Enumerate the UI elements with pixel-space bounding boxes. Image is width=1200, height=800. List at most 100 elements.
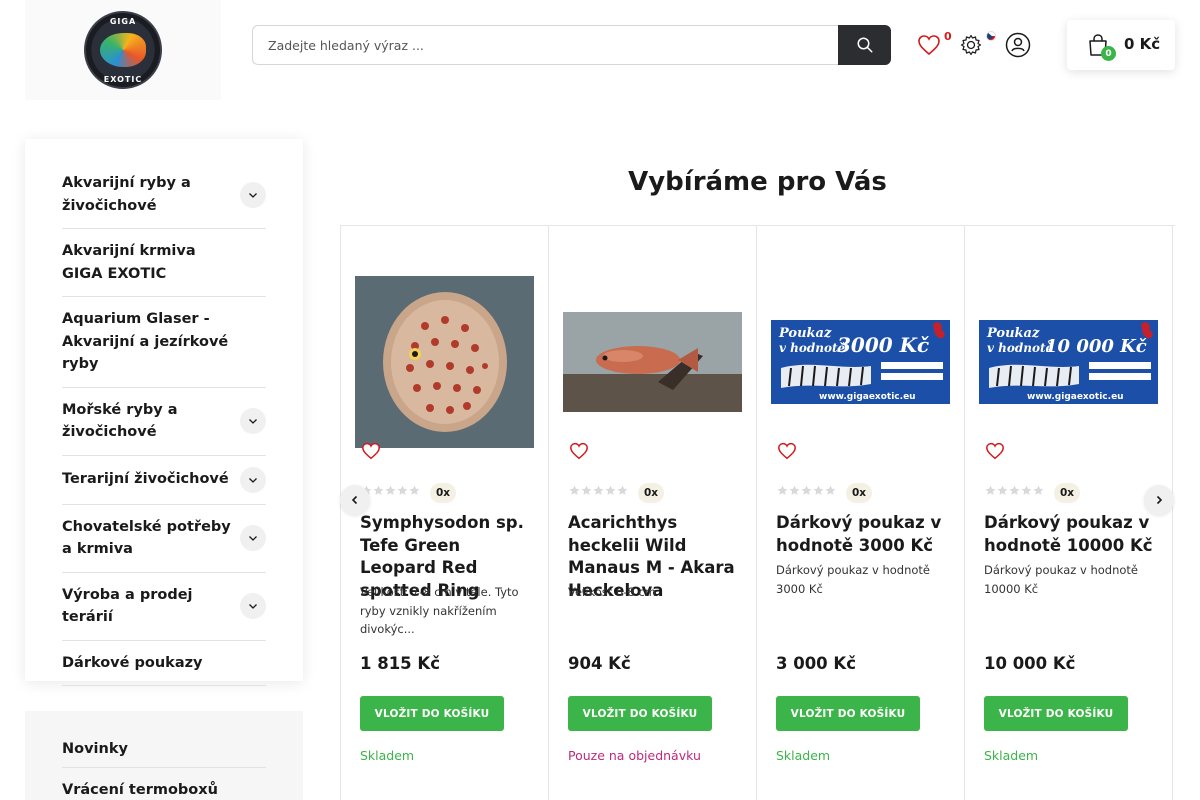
sidebar-category-item[interactable]: Dárkové poukazy <box>62 641 266 686</box>
heart-icon <box>778 442 796 460</box>
search-bar <box>252 25 891 65</box>
product-image-link[interactable] <box>563 312 742 412</box>
product-price: 3 000 Kč <box>776 654 856 673</box>
add-to-wishlist-button[interactable] <box>983 439 1007 463</box>
rating-count: 0x <box>846 483 872 503</box>
carousel-next-button[interactable] <box>1144 485 1174 515</box>
voucher-website-text: www.gigaexotic.eu <box>1027 392 1124 402</box>
product-card[interactable]: 0x Symphysodon sp. Tefe Green Leopard Red… <box>340 226 548 800</box>
search-icon <box>857 37 872 53</box>
expand-submenu-button[interactable] <box>240 525 266 551</box>
sidebar-category-label: Chovatelské potřeby a krmiva <box>62 518 231 558</box>
product-image-link[interactable]: Poukaz v hodnotě 3000 Kč www.gigaexotic.eu <box>771 320 950 404</box>
rating-stars <box>985 485 1044 496</box>
voucher-title-text: Poukaz <box>778 326 832 341</box>
carousel-prev-button[interactable] <box>340 485 370 515</box>
product-price: 10 000 Kč <box>984 654 1076 673</box>
wishlist-button[interactable] <box>913 29 945 61</box>
star-icon <box>397 485 408 495</box>
add-to-cart-button[interactable]: VLOŽIT DO KOŠÍKU <box>360 696 504 731</box>
voucher-title-text: Poukaz <box>986 326 1040 341</box>
wishlist-count: 0 <box>944 30 952 43</box>
star-icon <box>777 485 788 495</box>
product-price: 904 Kč <box>568 654 631 673</box>
sidebar-link-item[interactable]: Vrácení termoboxů <box>62 768 266 800</box>
cart-total: 0 Kč <box>1124 35 1161 53</box>
sidebar-link-item[interactable]: Novinky <box>62 737 266 768</box>
product-image-link[interactable] <box>355 276 534 448</box>
star-icon <box>1021 485 1032 495</box>
expand-submenu-button[interactable] <box>240 181 266 208</box>
chevron-right-icon <box>1156 495 1163 505</box>
rating-stars <box>777 485 836 496</box>
star-icon <box>373 485 384 495</box>
cart-count-badge: 0 <box>1101 46 1116 61</box>
product-description: Velikost: 7-8 cm v těle. Tyto ryby vznik… <box>360 585 519 636</box>
star-icon <box>409 485 420 495</box>
stock-status: Pouze na objednávku <box>568 748 701 763</box>
stock-status: Skladem <box>360 748 415 763</box>
product-name-link[interactable]: Dárkový poukaz v hodnotě 10000 Kč <box>984 512 1162 557</box>
add-to-cart-button[interactable]: VLOŽIT DO KOŠÍKU <box>984 696 1128 731</box>
product-card[interactable]: Poukaz v hodnotě 3000 Kč www.gigaexotic.eu 0… <box>756 226 964 800</box>
sidebar-category-label: Aquarium Glaser - Akvarijní a jezírkové … <box>62 311 229 372</box>
expand-submenu-button[interactable] <box>240 408 266 434</box>
product-carousel: 0x Symphysodon sp. Tefe Green Leopard Red… <box>340 225 1175 800</box>
sidebar-category-item[interactable]: Výroba a prodej terárií <box>62 573 266 641</box>
product-image: Poukazv hodnotě3000 Kč www.gigaexotic.eu <box>771 320 950 404</box>
next-card-edge <box>1172 226 1175 800</box>
voucher-amount-text: 10 000 Kč <box>1045 336 1147 357</box>
add-to-wishlist-button[interactable] <box>567 439 591 463</box>
star-icon <box>581 485 592 495</box>
search-input[interactable] <box>252 25 838 65</box>
sidebar-category-item[interactable]: Terarijní živočichové <box>62 456 266 505</box>
product-image-link[interactable]: Poukaz v hodnotě 10 000 Kč www.gigaexotic.e… <box>979 320 1158 404</box>
chevron-down-icon <box>249 477 257 483</box>
voucher-subtitle-text: v hodnotě <box>987 341 1054 355</box>
star-icon <box>825 485 836 495</box>
product-image: Poukazv hodnotě10 000 Kč www.gigaexotic.e… <box>979 320 1158 404</box>
sidebar-category-item[interactable]: Mořské ryby a živočichové <box>62 388 266 456</box>
product-description: Dárkový poukaz v hodnotě 10000 Kč <box>984 563 1138 596</box>
account-button[interactable] <box>1002 29 1034 61</box>
chevron-left-icon <box>351 495 358 505</box>
sidebar-category-item[interactable]: Akvarijní ryby a živočichové <box>62 161 266 229</box>
logo-bottom-text: EXOTIC <box>103 75 143 84</box>
product-card[interactable]: 0x Acarichthys heckelii Wild Manaus M - A… <box>548 226 756 800</box>
voucher-amount-text: 3000 Kč <box>837 333 929 357</box>
sidebar-category-label: Dárkové poukazy <box>62 654 203 671</box>
voucher-website-text: www.gigaexotic.eu <box>819 392 916 402</box>
chevron-down-icon <box>249 536 257 541</box>
product-card[interactable]: Poukaz v hodnotě 10 000 Kč www.gigaexotic.e… <box>964 226 1172 800</box>
giga-exotic-logo: GIGA EXOTIC <box>84 11 162 89</box>
voucher-subtitle-text: v hodnotě <box>779 341 846 355</box>
fish-logo-icon <box>100 33 146 67</box>
stock-status: Skladem <box>776 748 831 763</box>
product-price: 1 815 Kč <box>360 654 440 673</box>
product-description: Velikost 6-8 cm <box>568 585 656 599</box>
rating-stars <box>361 485 420 496</box>
product-image <box>355 276 534 448</box>
settings-button[interactable] <box>955 29 987 61</box>
star-icon <box>813 485 824 495</box>
add-to-wishlist-button[interactable] <box>359 439 383 463</box>
chevron-down-icon <box>249 192 257 198</box>
heart-icon <box>918 35 940 56</box>
add-to-cart-button[interactable]: VLOŽIT DO KOŠÍKU <box>568 696 712 731</box>
search-button[interactable] <box>838 25 891 65</box>
logo-link[interactable]: GIGA EXOTIC <box>25 0 221 100</box>
section-title: Vybíráme pro Vás <box>628 167 887 197</box>
product-name-link[interactable]: Dárkový poukaz v hodnotě 3000 Kč <box>776 512 954 557</box>
product-description: Dárkový poukaz v hodnotě 3000 Kč <box>776 563 930 596</box>
expand-submenu-button[interactable] <box>240 466 266 493</box>
add-to-wishlist-button[interactable] <box>775 439 799 463</box>
sidebar-category-item[interactable]: Akvarijní krmiva GIGA EXOTIC <box>62 229 266 297</box>
sidebar-category-item[interactable]: Aquarium Glaser - Akvarijní a jezírkové … <box>62 297 266 388</box>
sidebar-category-item[interactable]: Chovatelské potřeby a krmiva <box>62 505 266 573</box>
add-to-cart-button[interactable]: VLOŽIT DO KOŠÍKU <box>776 696 920 731</box>
star-icon <box>617 485 628 495</box>
expand-submenu-button[interactable] <box>240 593 266 619</box>
rating-count: 0x <box>638 483 664 503</box>
star-icon <box>801 485 812 495</box>
czech-flag-icon <box>986 31 996 41</box>
